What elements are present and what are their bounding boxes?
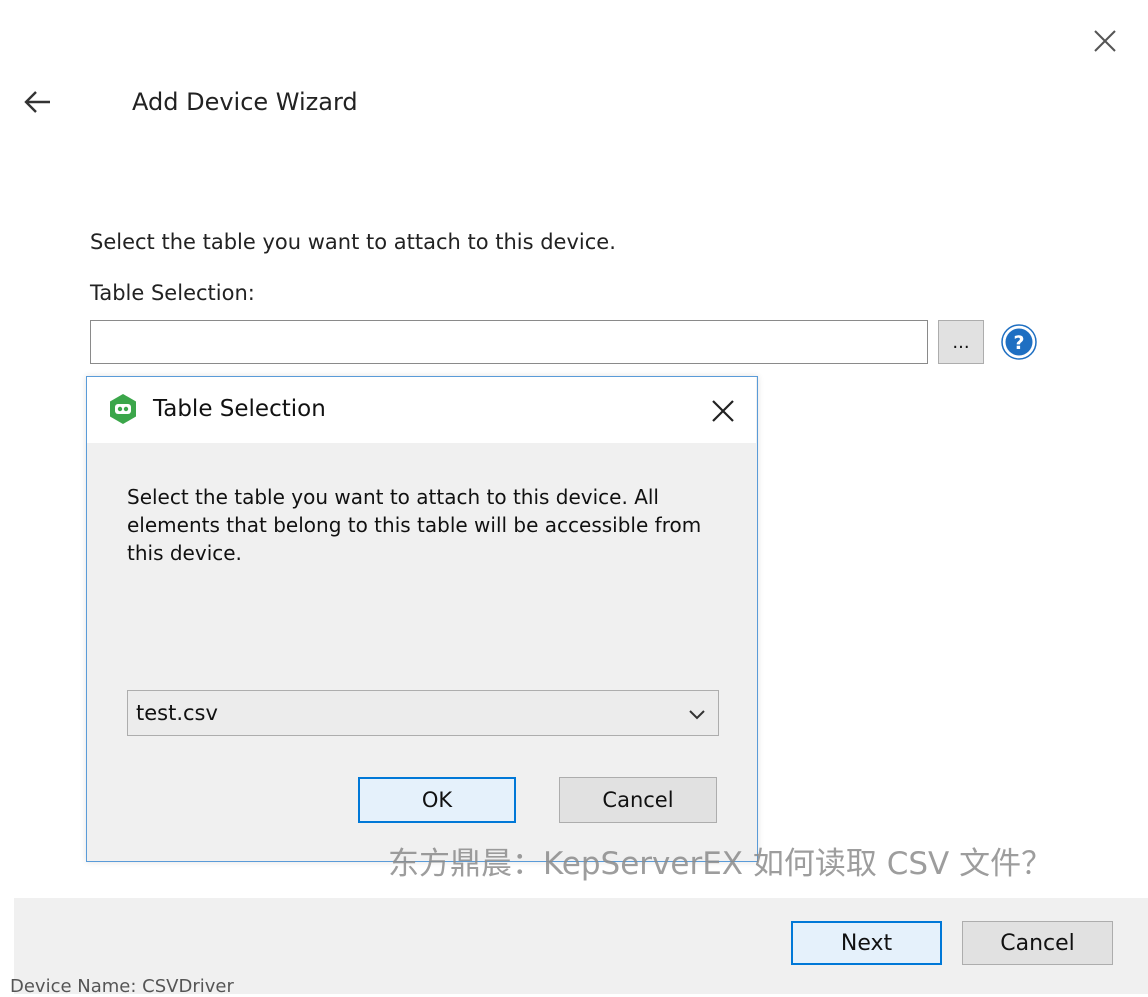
chevron-down-icon xyxy=(686,703,708,725)
dialog-titlebar: Table Selection xyxy=(87,377,756,443)
watermark-caption: 东方鼎晨：KepServerEX 如何读取 CSV 文件？ xyxy=(388,846,1053,882)
dialog-close-icon[interactable] xyxy=(705,393,741,429)
table-selection-input[interactable] xyxy=(90,320,928,364)
wizard-instruction: Select the table you want to attach to t… xyxy=(90,230,616,254)
dialog-title: Table Selection xyxy=(153,396,326,422)
table-selection-dialog: Table Selection Select the table you wan… xyxy=(86,376,758,862)
table-dropdown-value: test.csv xyxy=(136,701,218,725)
ok-button[interactable]: OK xyxy=(358,777,516,823)
wizard-close-icon[interactable] xyxy=(1086,22,1124,60)
next-button[interactable]: Next xyxy=(791,921,942,965)
dialog-description: Select the table you want to attach to t… xyxy=(127,485,702,565)
back-arrow-icon[interactable] xyxy=(20,84,56,120)
wizard-cancel-button[interactable]: Cancel xyxy=(962,921,1113,965)
table-selection-label: Table Selection: xyxy=(90,281,255,305)
help-icon[interactable]: ? xyxy=(1000,323,1038,361)
browse-button[interactable]: ... xyxy=(938,320,984,364)
app-icon xyxy=(107,393,139,425)
dialog-cancel-button[interactable]: Cancel xyxy=(559,777,717,823)
wizard-title: Add Device Wizard xyxy=(132,88,358,116)
svg-text:?: ? xyxy=(1013,332,1024,354)
table-dropdown[interactable]: test.csv xyxy=(127,690,719,736)
